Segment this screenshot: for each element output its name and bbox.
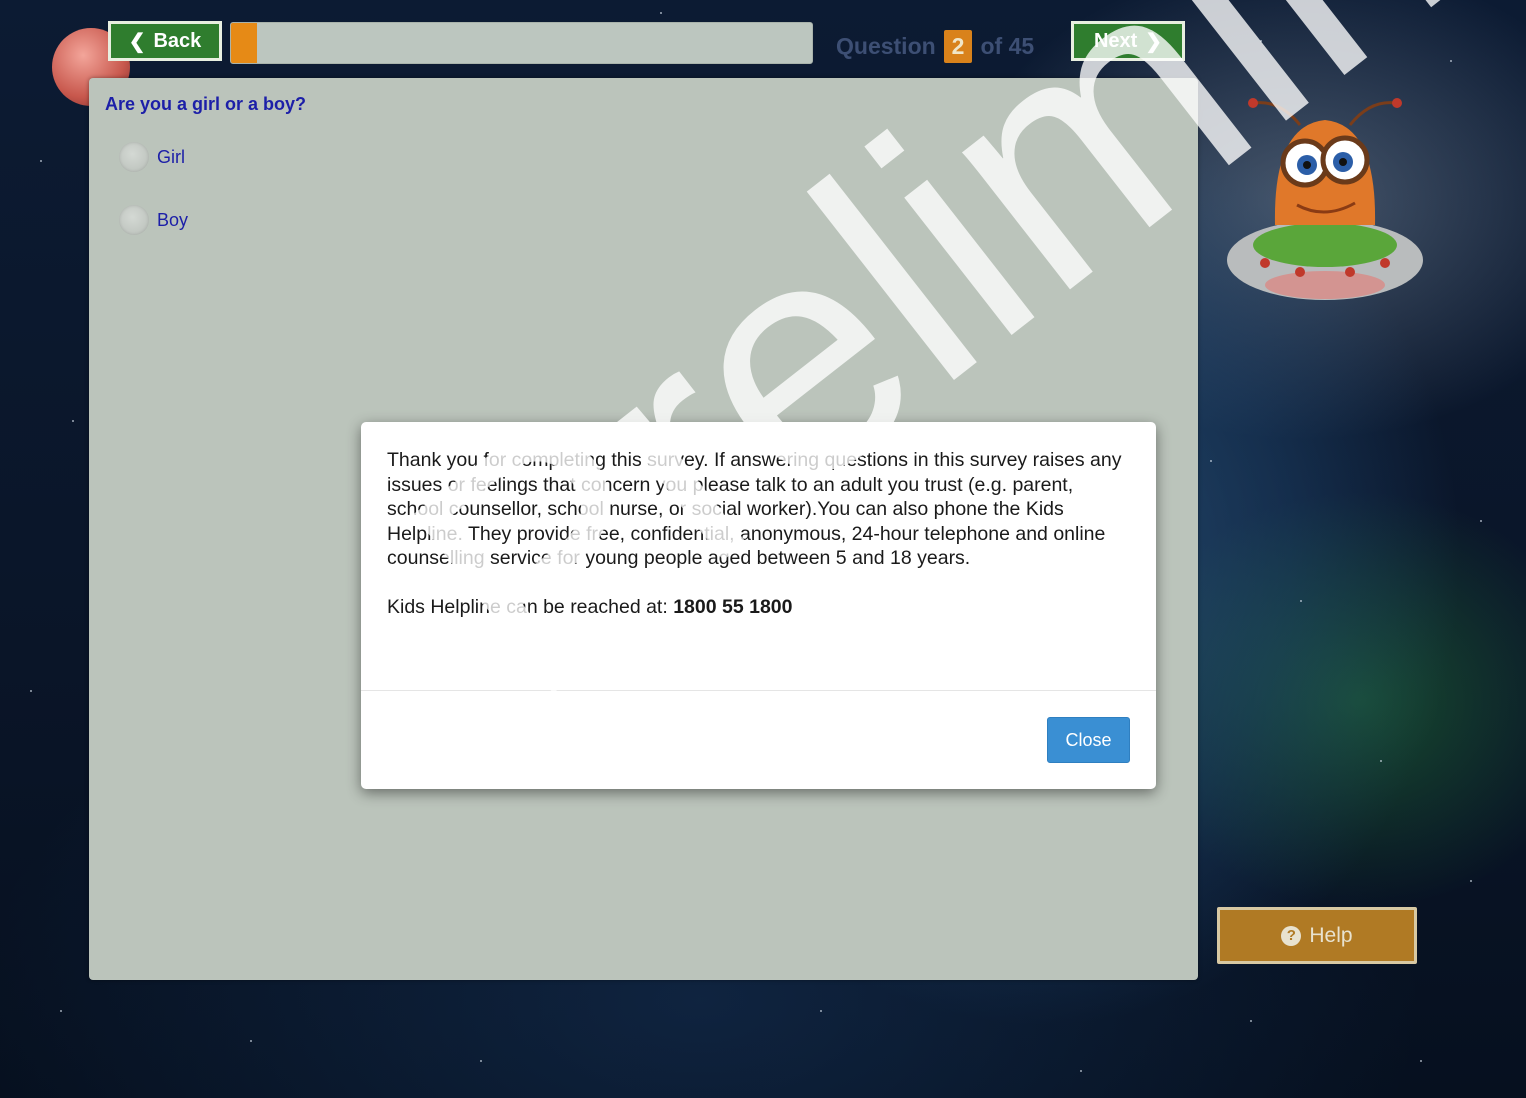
helpline-modal: Thank you for completing this survey. If…: [361, 422, 1156, 789]
modal-message: Thank you for completing this survey. If…: [387, 449, 1122, 569]
close-button[interactable]: Close: [1047, 717, 1130, 763]
modal-divider: [361, 690, 1156, 691]
helpline-number: 1800 55 1800: [673, 595, 793, 618]
helpline-prefix: Kids Helpline can be reached at:: [387, 595, 668, 618]
helpline-line: Kids Helpline can be reached at: 1800 55…: [387, 595, 1127, 620]
modal-body: Thank you for completing this survey. If…: [387, 448, 1127, 643]
